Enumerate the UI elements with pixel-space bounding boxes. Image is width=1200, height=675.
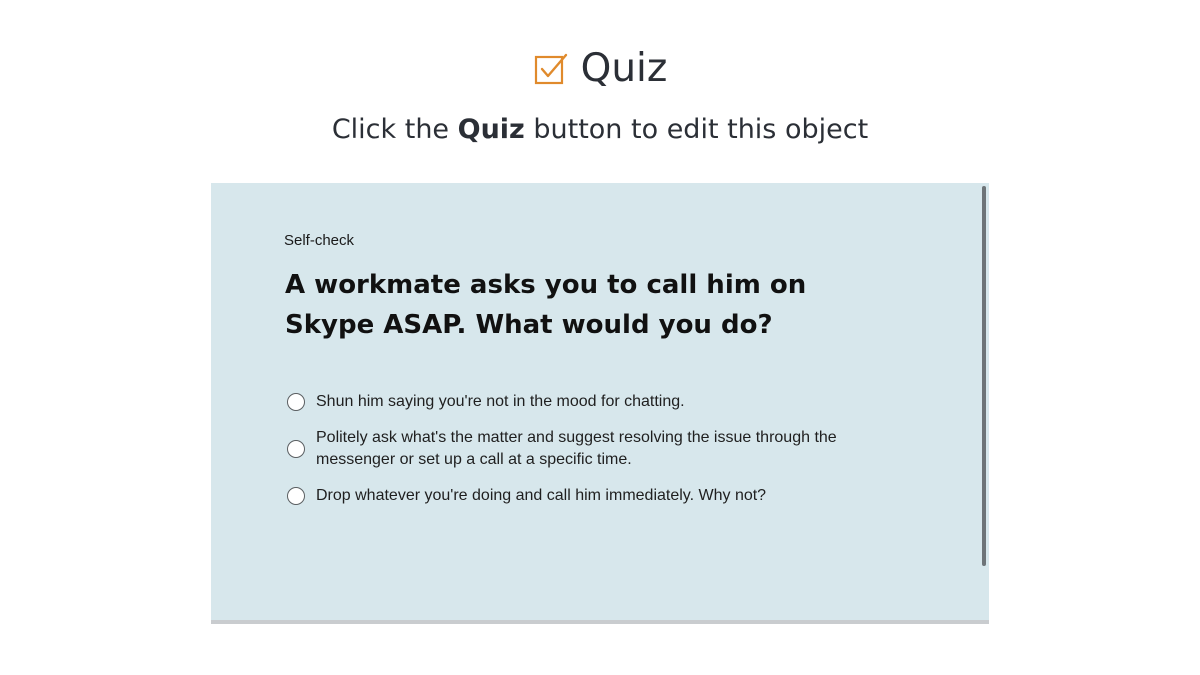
answer-options: Shun him saying you're not in the mood f…: [287, 391, 887, 521]
instruction-text: Click the Quiz button to edit this objec…: [0, 112, 1200, 148]
scrollbar[interactable]: [982, 186, 986, 566]
instruction-prefix: Click the: [331, 114, 458, 145]
radio-button[interactable]: [287, 440, 305, 458]
question-text: A workmate asks you to call him on Skype…: [285, 270, 807, 340]
radio-button[interactable]: [287, 393, 305, 411]
panel-bottom-border: [211, 620, 989, 624]
answer-option-label: Drop whatever you're doing and call him …: [316, 487, 767, 504]
answer-option[interactable]: Drop whatever you're doing and call him …: [287, 485, 887, 507]
instruction-suffix: button to edit this object: [524, 114, 869, 145]
radio-button[interactable]: [287, 487, 305, 505]
quiz-panel: Self-check A workmate asks you to call h…: [211, 183, 989, 620]
answer-option[interactable]: Shun him saying you're not in the mood f…: [287, 391, 887, 413]
self-check-label: Self-check: [284, 232, 355, 249]
answer-option-label: Politely ask what's the matter and sugge…: [316, 429, 837, 468]
answer-option-label: Shun him saying you're not in the mood f…: [316, 393, 685, 410]
instruction-bold: Quiz: [457, 114, 525, 145]
checkbox-checked-icon: [534, 53, 567, 85]
page-title: Quiz: [580, 46, 668, 91]
header: Quiz: [0, 44, 1200, 94]
answer-option[interactable]: Politely ask what's the matter and sugge…: [287, 427, 887, 471]
